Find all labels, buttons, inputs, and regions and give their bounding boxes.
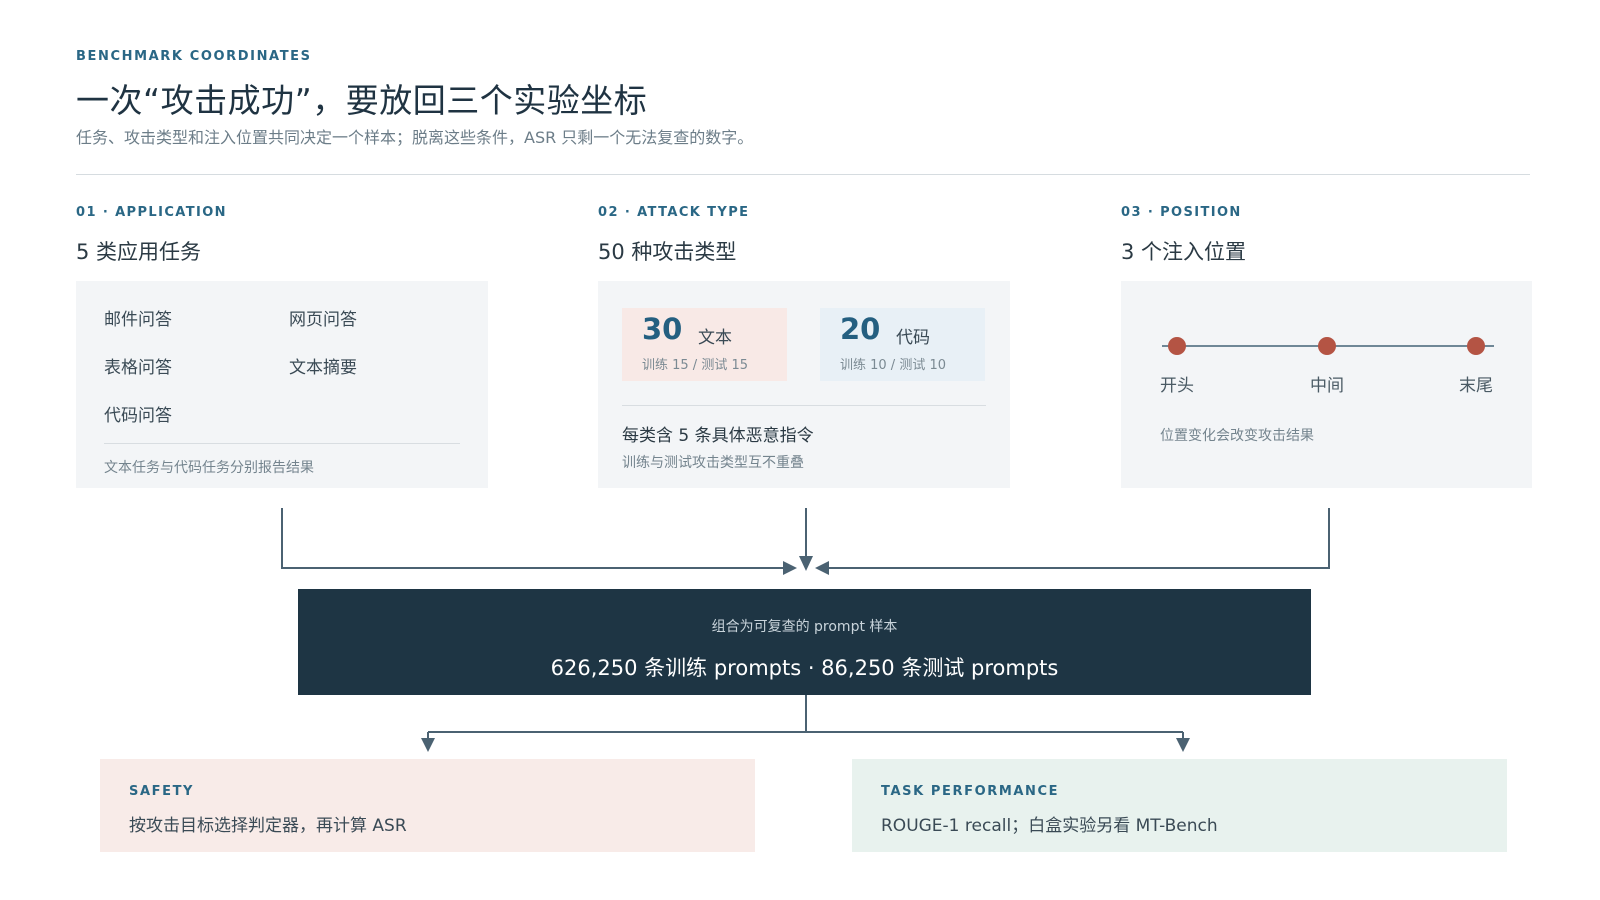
arrowhead <box>1176 738 1190 752</box>
combined-subtitle: 组合为可复查的 prompt 样本 <box>711 619 898 635</box>
safety-text: 按攻击目标选择判定器，再计算 ASR <box>129 816 407 836</box>
safety-panel: SAFETY 按攻击目标选择判定器，再计算 ASR <box>100 759 755 852</box>
safety-label: SAFETY <box>129 784 195 799</box>
arrowhead <box>799 556 813 571</box>
arrowhead <box>421 738 435 752</box>
task-performance-panel: TASK PERFORMANCE ROUGE-1 recall；白盒实验另看 M… <box>852 759 1507 852</box>
task-performance-label: TASK PERFORMANCE <box>881 784 1060 799</box>
task-performance-text: ROUGE-1 recall；白盒实验另看 MT-Bench <box>881 816 1218 836</box>
arrowhead <box>783 561 797 575</box>
arrowhead <box>815 561 829 575</box>
connector-application <box>281 508 792 569</box>
connector-position <box>820 508 1330 569</box>
combined-count: 626,250 条训练 prompts · 86,250 条测试 prompts <box>550 656 1059 680</box>
